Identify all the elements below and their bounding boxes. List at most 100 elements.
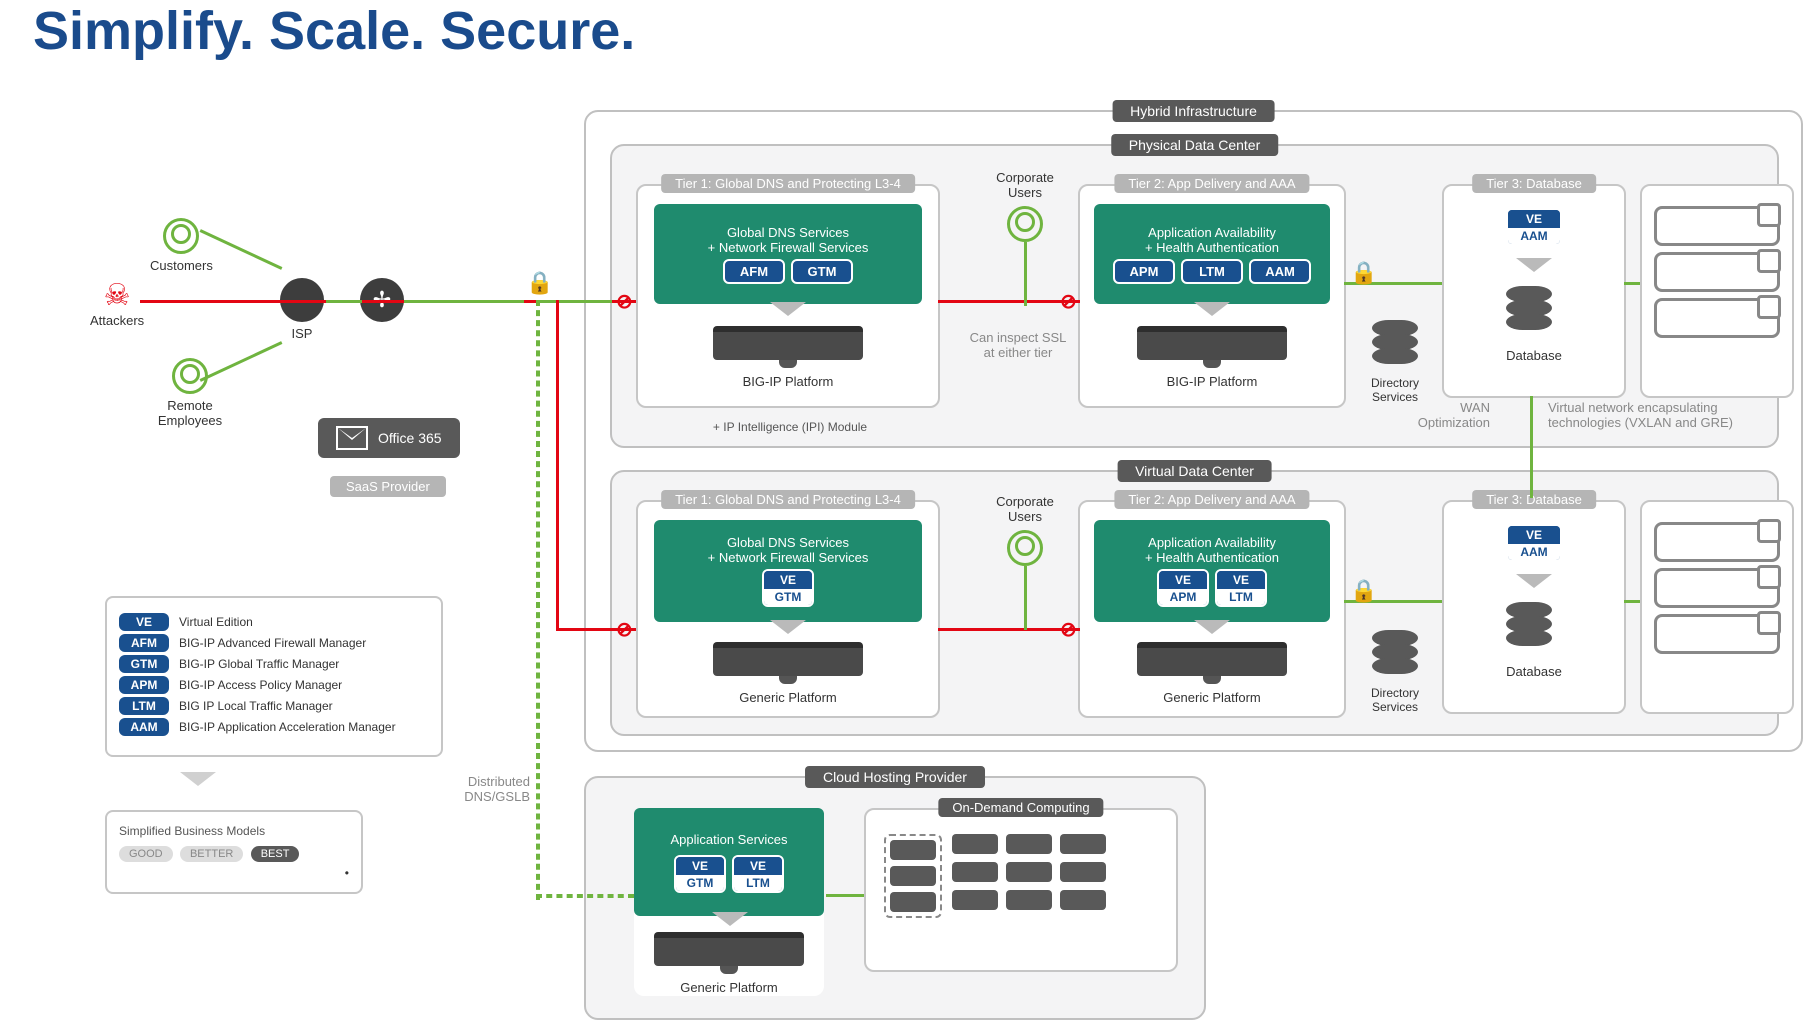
virt-tier2-platform: Generic Platform [1137, 642, 1287, 705]
ondemand-box: On-Demand Computing [864, 808, 1178, 972]
db-icon [1506, 602, 1552, 650]
physical-label: Physical Data Center [1111, 134, 1279, 156]
phys-tier3-box: Tier 3: Database VE AAM Database [1442, 184, 1626, 398]
legend-row: AAMBIG-IP Application Acceleration Manag… [119, 718, 429, 736]
virt-db-label: Database [1444, 664, 1624, 679]
ve-aam-chip2: VE AAM [1506, 524, 1562, 562]
ve-ltm-chip: VE LTM [1215, 569, 1267, 607]
corp-users-virt: Corporate Users [980, 494, 1070, 566]
line-corp2 [1024, 566, 1027, 630]
virtual-label: Virtual Data Center [1117, 460, 1272, 482]
isp: ISP [280, 278, 324, 341]
grid-shape-icon [1654, 252, 1780, 292]
hybrid-label: Hybrid Infrastructure [1112, 100, 1275, 122]
phys-tier2-svc2: + Health Authentication [1145, 240, 1279, 255]
legend-text: BIG-IP Application Acceleration Manager [179, 720, 396, 734]
line-router [404, 300, 524, 303]
chip-apm: APM [1113, 259, 1175, 284]
server-dashed-icon [884, 834, 942, 918]
virt-tier2-plat-label: Generic Platform [1163, 690, 1261, 705]
server-icon [952, 834, 998, 854]
corp-users-label2: Corporate Users [980, 494, 1070, 524]
pill-better: BETTER [180, 846, 243, 862]
cloud-plat-label: Generic Platform [680, 980, 778, 995]
ve-apm-chip: VE APM [1157, 569, 1209, 607]
attackers-label: Attackers [90, 313, 144, 328]
funnel-icon [770, 620, 806, 634]
legend-text: Virtual Edition [179, 615, 253, 629]
ve-ltm-chip2: VE LTM [732, 855, 784, 893]
cloud-shape-icon [1654, 206, 1780, 246]
corp-users-phys: Corporate Users [980, 170, 1070, 242]
legend-text: BIG-IP Advanced Firewall Manager [179, 636, 366, 650]
isp-label: ISP [280, 326, 324, 341]
phys-tier2-box: Tier 2: App Delivery and AAA Application… [1078, 184, 1346, 408]
virt-tier2-svc1: Application Availability [1148, 535, 1276, 550]
phys-tier3-label: Tier 3: Database [1472, 174, 1596, 193]
office365-label: Office 365 [378, 430, 442, 446]
virt-tier2-box: Tier 2: App Delivery and AAA Application… [1078, 500, 1346, 718]
network-shape-icon [1654, 614, 1780, 654]
ssl-note: Can inspect SSL at either tier [968, 330, 1068, 360]
lock-icon: 🔒 [526, 270, 553, 296]
server-icon [1060, 862, 1106, 882]
line-attack-v [556, 300, 559, 630]
distributed-note: Distributed DNS/GSLB [452, 774, 530, 804]
pill-good: GOOD [119, 846, 173, 862]
attackers: ☠ Attackers [90, 278, 144, 328]
phys-tier2-svc1: Application Availability [1148, 225, 1276, 240]
server-icon [1060, 890, 1106, 910]
line-corp1 [1024, 242, 1027, 306]
phys-db-label: Database [1444, 348, 1624, 363]
legend-chip: LTM [119, 697, 169, 715]
corp-users-label: Corporate Users [980, 170, 1070, 200]
cloud-label: Cloud Hosting Provider [805, 766, 985, 788]
server-icon [1006, 834, 1052, 854]
phys-tier1-platform: BIG-IP Platform [713, 326, 863, 389]
server-icon [952, 890, 998, 910]
user-icon [1007, 206, 1043, 242]
phys-vnet-box [1640, 184, 1794, 398]
legend-row: LTM BIG IP Local Traffic Manager [119, 697, 429, 715]
phys-tier2-label: Tier 2: App Delivery and AAA [1114, 174, 1309, 193]
legend-row: APMBIG-IP Access Policy Manager [119, 676, 429, 694]
line-dns-vert [536, 300, 540, 900]
cloud-appsvc-box: Application Services VE GTM VE LTM Gener… [634, 808, 824, 996]
virt-tier1-plat-label: Generic Platform [739, 690, 837, 705]
ve-gtm-chip: VE GTM [762, 569, 814, 607]
aam-label: AAM [1508, 228, 1560, 244]
legend-chip: GTM [119, 655, 169, 673]
line-db-v2 [1624, 600, 1640, 603]
virt-tier1-svc1: Global DNS Services [727, 535, 849, 550]
legend-row: AFM BIG-IP Advanced Firewall Manager [119, 634, 429, 652]
block-icon: ⊘ [1060, 289, 1077, 314]
virt-tier1-label: Tier 1: Global DNS and Protecting L3-4 [661, 490, 915, 509]
vnet-note: Virtual network encapsulating technologi… [1548, 400, 1788, 430]
diagram-canvas: Simplify. Scale. Secure. Hybrid Infrastr… [0, 0, 1813, 1035]
legend-chip: AFM [119, 634, 169, 652]
user-icon [172, 358, 208, 394]
funnel-icon [712, 912, 748, 926]
saas-provider-label: SaaS Provider [330, 476, 446, 497]
block-icon: ⊘ [616, 617, 633, 642]
chip-afm: AFM [723, 259, 785, 284]
line-in1 [540, 300, 612, 303]
page-title: Simplify. Scale. Secure. [33, 0, 635, 62]
line-attack-v3 [938, 628, 1080, 631]
skull-icon: ☠ [90, 278, 144, 313]
legend-row: VEVirtual Edition [119, 613, 429, 631]
funnel-icon [1194, 302, 1230, 316]
legend-text: BIG IP Local Traffic Manager [179, 699, 333, 713]
legend-box: VEVirtual Edition AFM BIG-IP Advanced Fir… [105, 596, 443, 757]
block-icon: ⊘ [616, 289, 633, 314]
funnel-icon [1516, 574, 1552, 588]
legend-chip: APM [119, 676, 169, 694]
phys-tier1-svc: Global DNS Services + Network Firewall S… [654, 204, 922, 304]
customers-label: Customers [150, 258, 213, 273]
legend-pointer-icon [180, 772, 216, 786]
phys-tier1-svc2: + Network Firewall Services [708, 240, 869, 255]
chip-aam: AAM [1249, 259, 1311, 284]
chip-gtm: GTM [791, 259, 853, 284]
grid-shape-icon [1654, 568, 1780, 608]
phys-tier1-svc1: Global DNS Services [727, 225, 849, 240]
